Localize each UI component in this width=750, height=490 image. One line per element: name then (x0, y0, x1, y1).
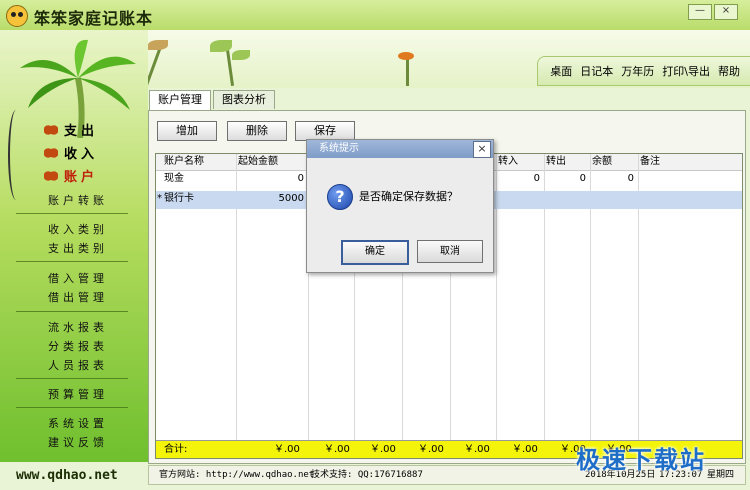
column-header: 备注 (640, 156, 660, 167)
sidebar-item-budget[interactable]: 预算管理 (48, 386, 108, 402)
sidebar-item-category-report[interactable]: 分类报表 (48, 338, 108, 354)
nav-help[interactable]: 帮助 (718, 63, 740, 79)
dialog-message: 是否确定保存数据？ (359, 190, 458, 203)
sidebar-item-settings[interactable]: 系统设置 (48, 415, 108, 431)
butterfly-icon (44, 170, 58, 182)
sidebar-item-income-category[interactable]: 收入类别 (48, 221, 108, 237)
watermark-text: 极速下载站 (576, 446, 706, 474)
top-navigation: 桌面 日记本 万年历 打印\导出 帮助 (537, 56, 750, 86)
sidebar-item-feedback[interactable]: 建议反馈 (48, 434, 108, 450)
status-support: 技术支持: QQ:176716887 (311, 470, 423, 480)
sidebar: 支出 收入 账户 账户转账 收入类别 支出类别 借入管理 借出管理 流水报表 分… (0, 30, 148, 462)
sidebar-item-member-report[interactable]: 人员报表 (48, 357, 108, 373)
website-label[interactable]: www.qdhao.net (16, 468, 118, 483)
vine-decoration (8, 110, 24, 200)
sidebar-item-borrow-in[interactable]: 借入管理 (48, 270, 108, 286)
dialog-close-button[interactable]: × (473, 141, 491, 158)
close-window-button[interactable]: × (714, 4, 738, 20)
butterfly-icon (44, 124, 58, 136)
tab-account-management[interactable]: 账户管理 (149, 90, 211, 110)
tab-bar: 账户管理 图表分析 (149, 90, 277, 110)
status-weekday: 星期四 (707, 470, 735, 480)
cancel-button[interactable]: 取消 (417, 240, 483, 263)
column-header: 余额 (592, 156, 612, 167)
nav-calendar[interactable]: 万年历 (621, 63, 654, 79)
column-header: 转出 (546, 156, 566, 167)
sidebar-item-income[interactable]: 收入 (44, 143, 98, 162)
dialog-title: 系统提示 (319, 143, 359, 154)
dialog-title-bar: 系统提示 × (307, 140, 493, 158)
save-button[interactable]: 保存 (295, 121, 355, 141)
status-website[interactable]: 官方网站: http://www.qdhao.net (159, 466, 314, 484)
window-title: 笨笨家庭记账本 (34, 9, 154, 28)
minimize-button[interactable]: — (688, 4, 712, 20)
column-header: 转入 (498, 156, 518, 167)
app-logo-icon (6, 5, 28, 27)
column-header: 起始金额 (238, 156, 278, 167)
sidebar-item-expense[interactable]: 支出 (44, 120, 98, 139)
sidebar-item-flow-report[interactable]: 流水报表 (48, 319, 108, 335)
title-bar: 笨笨家庭记账本 — × (0, 0, 750, 31)
nav-desktop[interactable]: 桌面 (550, 63, 572, 79)
add-button[interactable]: 增加 (157, 121, 217, 141)
tab-chart-analysis[interactable]: 图表分析 (213, 90, 275, 109)
confirm-dialog: 系统提示 × ? 是否确定保存数据？ 确定 取消 (306, 139, 494, 273)
sidebar-item-account-transfer[interactable]: 账户转账 (48, 192, 108, 208)
sidebar-item-lend-out[interactable]: 借出管理 (48, 289, 108, 305)
total-label: 合计: (164, 444, 188, 455)
column-header: 账户名称 (164, 156, 204, 167)
question-icon: ? (327, 184, 353, 210)
butterfly-icon (44, 147, 58, 159)
nav-print-export[interactable]: 打印\导出 (662, 63, 710, 79)
sidebar-item-account[interactable]: 账户 (44, 166, 98, 185)
sidebar-item-expense-category[interactable]: 支出类别 (48, 240, 108, 256)
row-marker: * (157, 193, 162, 204)
nav-diary[interactable]: 日记本 (580, 63, 613, 79)
delete-button[interactable]: 删除 (227, 121, 287, 141)
ok-button[interactable]: 确定 (341, 240, 409, 265)
